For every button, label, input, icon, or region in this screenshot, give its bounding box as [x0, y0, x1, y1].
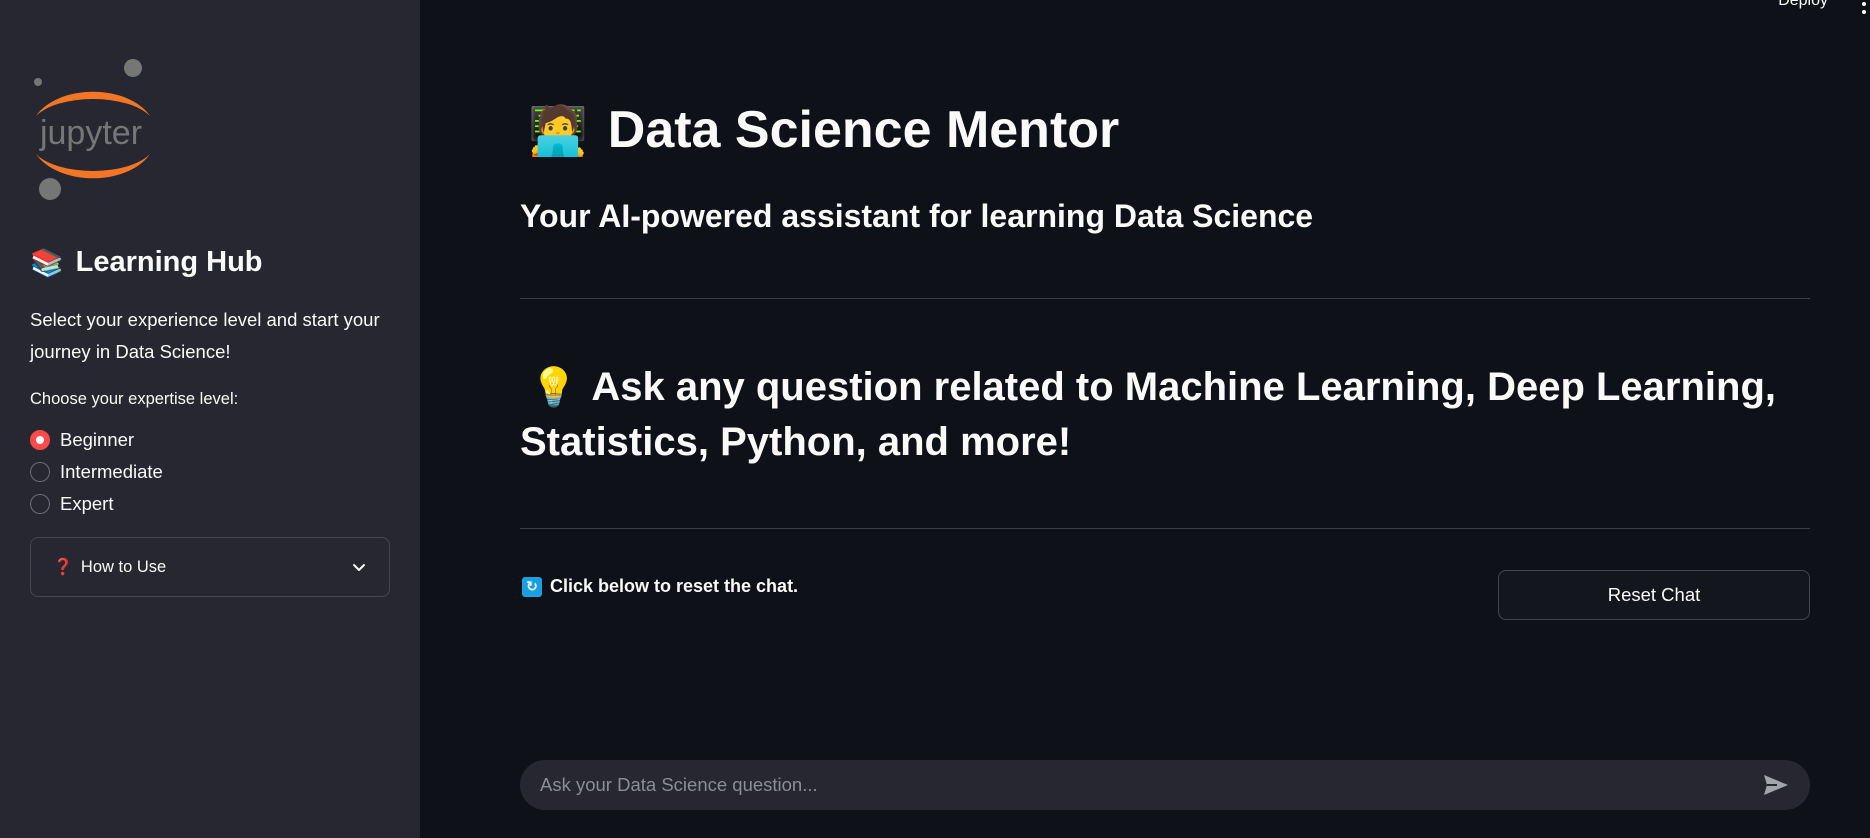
how-to-use-expander[interactable]: ❓ How to Use	[30, 537, 390, 597]
radio-expert[interactable]: Expert	[30, 488, 163, 520]
reset-chat-button[interactable]: Reset Chat	[1498, 570, 1810, 620]
radio-button[interactable]	[30, 462, 50, 482]
chat-input[interactable]	[540, 774, 1762, 796]
technologist-icon: 🧑‍💻	[528, 104, 588, 158]
refresh-icon: ↻	[522, 576, 542, 597]
radio-label: Beginner	[60, 429, 135, 450]
chevron-down-icon	[353, 564, 365, 571]
expander-label: How to Use	[80, 557, 167, 576]
reset-note: ↻ Click below to reset the chat.	[522, 576, 798, 597]
question-mark-icon: ❓	[53, 559, 73, 576]
expertise-label: Choose your expertise level:	[30, 390, 239, 408]
page-title: 🧑‍💻 Data Science Mentor	[528, 100, 1119, 160]
jupyter-logo: jupyter	[28, 56, 158, 206]
radio-intermediate[interactable]: Intermediate	[30, 456, 163, 488]
main-menu-icon[interactable]	[1862, 0, 1868, 14]
deploy-button[interactable]: Deploy	[1778, 0, 1828, 10]
radio-label: Expert	[60, 493, 114, 514]
books-icon: 📚	[30, 247, 64, 278]
page-title-text: Data Science Mentor	[607, 101, 1120, 159]
sidebar-heading-text: Learning Hub	[75, 246, 263, 278]
app-root: jupyter 📚 Learning Hub Select your exper…	[0, 0, 1870, 838]
reset-note-text: Click below to reset the chat.	[550, 576, 799, 596]
send-button[interactable]	[1762, 771, 1790, 799]
divider	[520, 528, 1810, 529]
radio-button[interactable]	[30, 494, 50, 514]
page-subtitle: Your AI-powered assistant for learning D…	[520, 198, 1314, 234]
send-icon	[1764, 775, 1788, 795]
divider	[520, 298, 1810, 299]
radio-label: Intermediate	[60, 461, 163, 482]
ask-heading-text: Ask any question related to Machine Lear…	[520, 365, 1777, 464]
radio-button-checked[interactable]	[30, 430, 50, 450]
light-bulb-icon: 💡	[530, 367, 578, 409]
expertise-radio-group: Beginner Intermediate Expert	[30, 424, 163, 520]
ask-heading: 💡 Ask any question related to Machine Lea…	[520, 360, 1830, 469]
radio-beginner[interactable]: Beginner	[30, 424, 163, 456]
chat-input-container	[520, 760, 1810, 810]
logo-text: jupyter	[39, 114, 142, 152]
sidebar-heading: 📚 Learning Hub	[30, 246, 263, 279]
sidebar: jupyter 📚 Learning Hub Select your exper…	[0, 0, 420, 838]
sidebar-description: Select your experience level and start y…	[30, 309, 380, 362]
